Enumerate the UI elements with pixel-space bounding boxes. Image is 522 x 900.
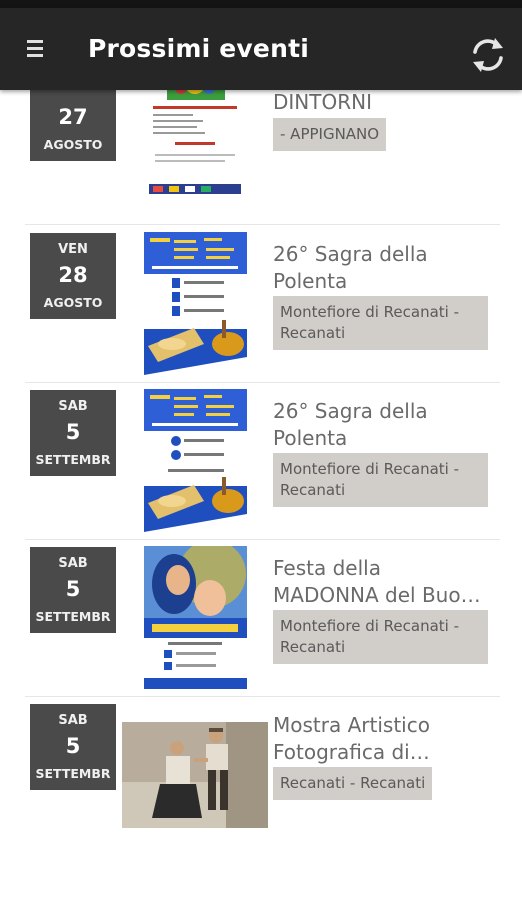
event-poster-image[interactable] [144, 232, 247, 375]
event-photo-image[interactable] [122, 722, 268, 828]
date-day-of-week: VEN [58, 242, 88, 257]
event-row[interactable]: SAB 5 SETTEMBR 26° Sagra della Polenta M… [25, 383, 500, 540]
event-poster-image[interactable] [145, 90, 245, 196]
location-tag[interactable]: Montefiore di Recanati - Recanati [273, 296, 488, 350]
refresh-icon[interactable] [468, 35, 508, 75]
event-row[interactable]: SAB 5 SETTEMBR Festa della MADONNA del B… [25, 540, 500, 697]
page-title: Prossimi eventi [88, 34, 310, 63]
event-poster-image[interactable] [144, 389, 247, 532]
hamburger-menu-icon[interactable] [27, 38, 45, 60]
date-badge: VEN 28 AGOSTO [30, 233, 116, 319]
event-row[interactable]: VEN 28 AGOSTO 26° Sagra della Polenta Mo… [25, 226, 500, 383]
location-tag[interactable]: - APPIGNANO [273, 118, 387, 151]
event-title[interactable]: Mostra Artistico Fotografica di… [273, 712, 491, 766]
event-row[interactable]: 27 AGOSTO DINTORNI - APPIGNANO [25, 90, 500, 225]
event-poster-image[interactable] [144, 546, 247, 689]
date-badge: 27 AGOSTO [30, 90, 116, 161]
event-title[interactable]: Festa della MADONNA del Buo… [273, 555, 491, 609]
date-day-of-week: SAB [58, 556, 88, 571]
location-tag[interactable]: Montefiore di Recanati - Recanati [273, 610, 488, 664]
menu-line [27, 54, 43, 57]
menu-line [27, 40, 43, 43]
date-day-of-week: SAB [58, 713, 88, 728]
location-tag[interactable]: Montefiore di Recanati - Recanati [273, 453, 488, 507]
date-day: 5 [65, 734, 81, 758]
event-row[interactable]: SAB 5 SETTEMBR Mostra Artistico Fotograf… [25, 697, 500, 854]
date-badge: SAB 5 SETTEMBR [30, 704, 116, 790]
status-bar [0, 0, 522, 8]
date-day: 5 [65, 420, 81, 444]
date-month: SETTEMBR [35, 609, 111, 624]
menu-line [27, 47, 43, 50]
date-badge: SAB 5 SETTEMBR [30, 390, 116, 476]
date-month: AGOSTO [43, 295, 103, 310]
event-title[interactable]: 26° Sagra della Polenta [273, 398, 491, 452]
date-day-of-week: SAB [58, 399, 88, 414]
event-title[interactable]: DINTORNI [273, 90, 491, 116]
date-day: 28 [58, 263, 88, 287]
location-tag[interactable]: Recanati - Recanati [273, 767, 433, 800]
date-month: AGOSTO [43, 137, 103, 152]
event-title[interactable]: 26° Sagra della Polenta [273, 241, 491, 295]
date-month: SETTEMBR [35, 766, 111, 781]
date-month: SETTEMBR [35, 452, 111, 467]
date-day: 5 [65, 577, 81, 601]
events-list[interactable]: 27 AGOSTO DINTORNI - APPIGNANO VEN 28 AG… [0, 90, 522, 900]
date-day: 27 [58, 105, 88, 129]
date-badge: SAB 5 SETTEMBR [30, 547, 116, 633]
app-bar: Prossimi eventi [0, 8, 522, 90]
